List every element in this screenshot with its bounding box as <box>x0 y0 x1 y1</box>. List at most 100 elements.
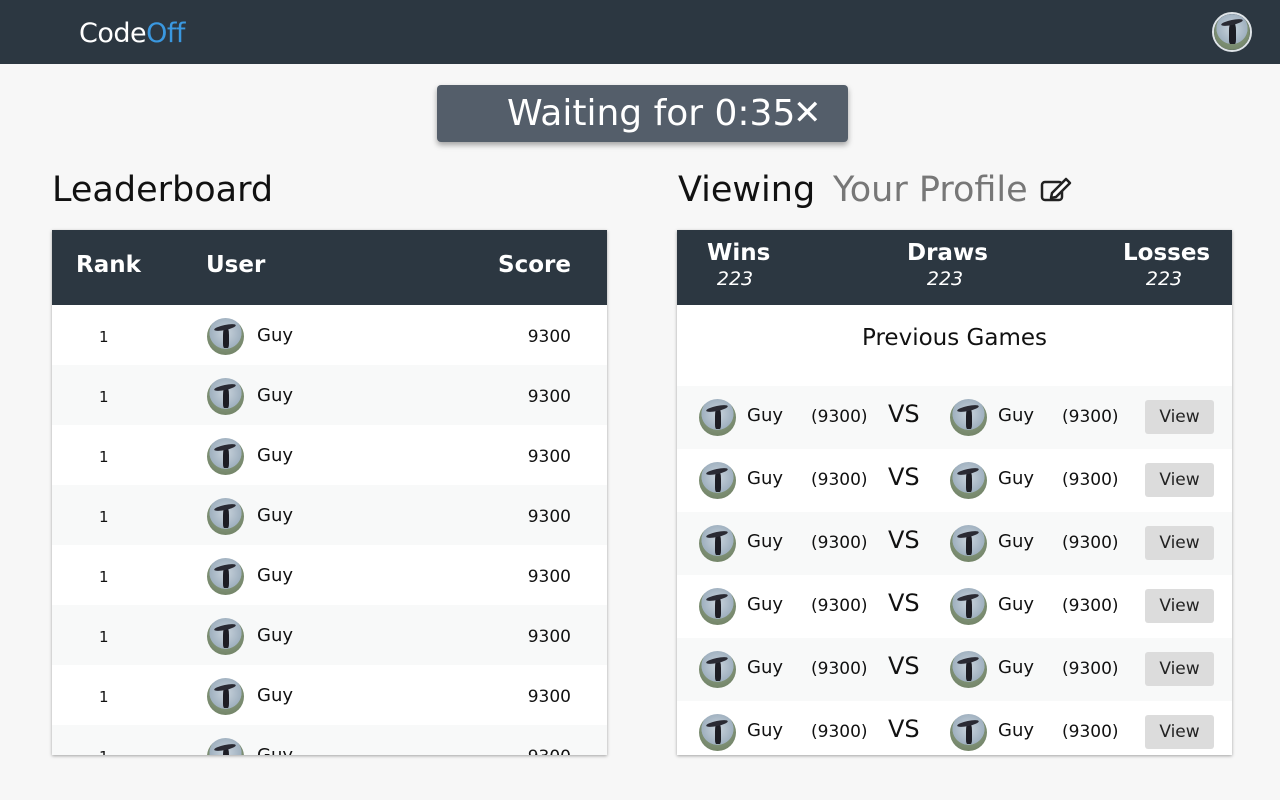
player2-name: Guy <box>998 720 1035 741</box>
player2-score: (9300) <box>1062 722 1119 742</box>
table-row[interactable]: 1 Guy 9300 <box>52 365 607 425</box>
vs-label: VS <box>888 526 920 554</box>
player2-name: Guy <box>998 468 1035 489</box>
view-game-button[interactable]: View <box>1145 652 1214 686</box>
stat-label: Losses <box>1123 240 1211 266</box>
column-header-rank[interactable]: Rank <box>76 252 141 278</box>
edit-icon[interactable] <box>1040 176 1072 204</box>
avatar <box>699 588 736 625</box>
player1-name: Guy <box>747 720 784 741</box>
stat-draws: Draws 223 <box>907 240 988 290</box>
stat-label: Wins <box>707 240 771 266</box>
view-game-button[interactable]: View <box>1145 526 1214 560</box>
avatar <box>207 738 244 755</box>
player2-name: Guy <box>998 405 1035 426</box>
avatar <box>207 378 244 415</box>
avatar <box>699 525 736 562</box>
avatar <box>207 558 244 595</box>
rank-cell: 1 <box>99 628 109 646</box>
vs-label: VS <box>888 463 920 491</box>
player1-score: (9300) <box>811 533 868 553</box>
table-row[interactable]: 1 Guy 9300 <box>52 425 607 485</box>
leaderboard-header: Rank User Score <box>52 230 607 305</box>
player1-score: (9300) <box>811 722 868 742</box>
avatar <box>950 714 987 751</box>
column-header-user[interactable]: User <box>206 252 265 278</box>
table-row[interactable]: 1 Guy 9300 <box>52 665 607 725</box>
stat-losses: Losses 223 <box>1123 240 1211 290</box>
waiting-status: Waiting for 0:35 <box>507 93 796 134</box>
rank-cell: 1 <box>99 448 109 466</box>
previous-games-title: Previous Games <box>862 325 1047 351</box>
score-cell: 9300 <box>527 507 571 527</box>
avatar <box>950 399 987 436</box>
avatar <box>1214 14 1250 50</box>
rank-cell: 1 <box>99 748 109 755</box>
score-cell: 9300 <box>527 327 571 347</box>
avatar <box>699 399 736 436</box>
profile-stats-header: Wins 223 Draws 223 Losses 223 <box>677 230 1232 305</box>
avatar <box>950 651 987 688</box>
player1-name: Guy <box>747 594 784 615</box>
avatar <box>699 651 736 688</box>
view-game-button[interactable]: View <box>1145 715 1214 749</box>
player2-score: (9300) <box>1062 533 1119 553</box>
user-cell: Guy <box>257 625 294 646</box>
game-row: Guy (9300) VS Guy (9300) View <box>677 638 1232 701</box>
close-icon[interactable]: ✕ <box>793 93 822 133</box>
table-row[interactable]: 1 Guy 9300 <box>52 545 607 605</box>
profile-card: Wins 223 Draws 223 Losses 223 Previous G… <box>677 230 1232 755</box>
waiting-banner: Waiting for 0:35 ✕ <box>437 85 848 142</box>
player2-name: Guy <box>998 531 1035 552</box>
game-row: Guy (9300) VS Guy (9300) View <box>677 701 1232 755</box>
view-game-button[interactable]: View <box>1145 400 1214 434</box>
rank-cell: 1 <box>99 328 109 346</box>
view-game-button[interactable]: View <box>1145 463 1214 497</box>
view-game-button[interactable]: View <box>1145 589 1214 623</box>
player2-name: Guy <box>998 657 1035 678</box>
player2-score: (9300) <box>1062 659 1119 679</box>
player1-score: (9300) <box>811 470 868 490</box>
table-row[interactable]: 1 Guy 9300 <box>52 305 607 365</box>
vs-label: VS <box>888 589 920 617</box>
player1-name: Guy <box>747 657 784 678</box>
stat-value: 223 <box>1145 268 1183 290</box>
player2-score: (9300) <box>1062 470 1119 490</box>
table-row[interactable]: 1 Guy 9300 <box>52 605 607 665</box>
table-row[interactable]: 1 Guy 9300 <box>52 725 607 755</box>
rank-cell: 1 <box>99 388 109 406</box>
player1-score: (9300) <box>811 659 868 679</box>
rank-cell: 1 <box>99 508 109 526</box>
avatar <box>207 678 244 715</box>
column-header-score[interactable]: Score <box>498 252 571 278</box>
user-cell: Guy <box>257 325 294 346</box>
vs-label: VS <box>888 715 920 743</box>
table-row[interactable]: 1 Guy 9300 <box>52 485 607 545</box>
player2-score: (9300) <box>1062 596 1119 616</box>
player1-score: (9300) <box>811 407 868 427</box>
brand-name-part1: Code <box>79 18 147 49</box>
rank-cell: 1 <box>99 568 109 586</box>
stat-value: 223 <box>926 268 964 290</box>
game-row: Guy (9300) VS Guy (9300) View <box>677 449 1232 512</box>
game-row: Guy (9300) VS Guy (9300) View <box>677 386 1232 449</box>
score-cell: 9300 <box>528 747 571 755</box>
user-cell: Guy <box>257 445 294 466</box>
player1-name: Guy <box>747 531 784 552</box>
rank-cell: 1 <box>99 688 109 706</box>
player2-score: (9300) <box>1062 407 1119 427</box>
app-logo[interactable]: CodeOff <box>79 18 185 49</box>
vs-label: VS <box>888 652 920 680</box>
user-avatar-button[interactable] <box>1212 12 1252 52</box>
leaderboard-title: Leaderboard <box>52 170 274 210</box>
player1-name: Guy <box>747 468 784 489</box>
score-cell: 9300 <box>527 447 571 467</box>
score-cell: 9300 <box>527 627 571 647</box>
leaderboard-table: Rank User Score 1 Guy 9300 1 Guy 9300 1 Guy 9300… <box>52 230 607 755</box>
viewing-label: Viewing <box>678 170 816 210</box>
score-cell: 9300 <box>527 387 571 407</box>
user-cell: Guy <box>257 505 294 526</box>
avatar <box>950 462 987 499</box>
avatar <box>950 525 987 562</box>
avatar <box>207 438 244 475</box>
